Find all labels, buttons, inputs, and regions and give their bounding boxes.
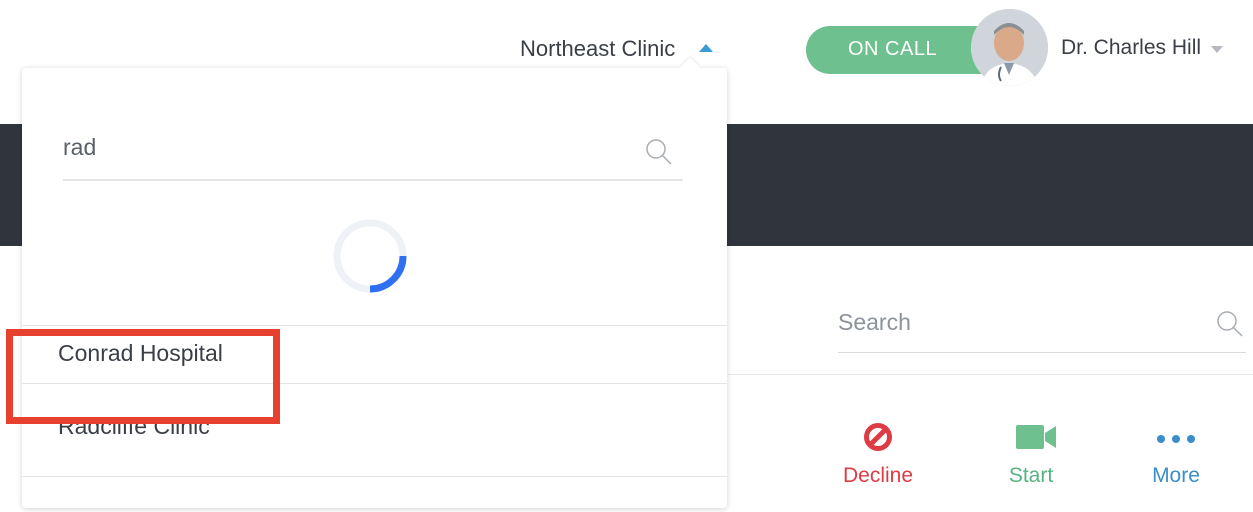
doctor-avatar-icon — [971, 9, 1048, 86]
on-call-label: ON CALL — [848, 38, 938, 60]
decline-button[interactable]: Decline — [828, 418, 928, 498]
user-menu[interactable]: Dr. Charles Hill — [1061, 36, 1224, 60]
caret-up-icon — [699, 44, 714, 52]
clinic-search-input[interactable] — [63, 126, 623, 168]
clinic-selector[interactable]: Northeast Clinic — [520, 34, 714, 64]
decline-label: Decline — [842, 464, 914, 487]
block-icon — [864, 423, 892, 451]
start-button[interactable]: Start — [981, 418, 1081, 498]
more-button[interactable]: More — [1126, 418, 1226, 498]
user-name: Dr. Charles Hill — [1061, 36, 1202, 59]
clinic-selector-label: Northeast Clinic — [520, 36, 676, 61]
divider — [728, 374, 1253, 375]
more-label: More — [1152, 464, 1200, 487]
video-camera-icon — [1016, 425, 1056, 449]
ellipsis-icon — [1157, 435, 1195, 443]
clinic-dropdown: Conrad Hospital Radcliffe Clinic — [22, 68, 727, 508]
search-icon[interactable] — [1216, 310, 1244, 338]
search-input[interactable] — [838, 302, 1178, 342]
avatar[interactable] — [971, 9, 1048, 86]
chevron-down-icon — [1211, 45, 1224, 53]
patient-search — [838, 302, 1246, 353]
start-label: Start — [1008, 464, 1054, 487]
clinic-search — [63, 126, 683, 181]
loading-spinner-icon — [333, 219, 407, 293]
divider — [22, 476, 727, 477]
search-icon[interactable] — [645, 138, 673, 166]
highlight-box — [6, 329, 280, 424]
